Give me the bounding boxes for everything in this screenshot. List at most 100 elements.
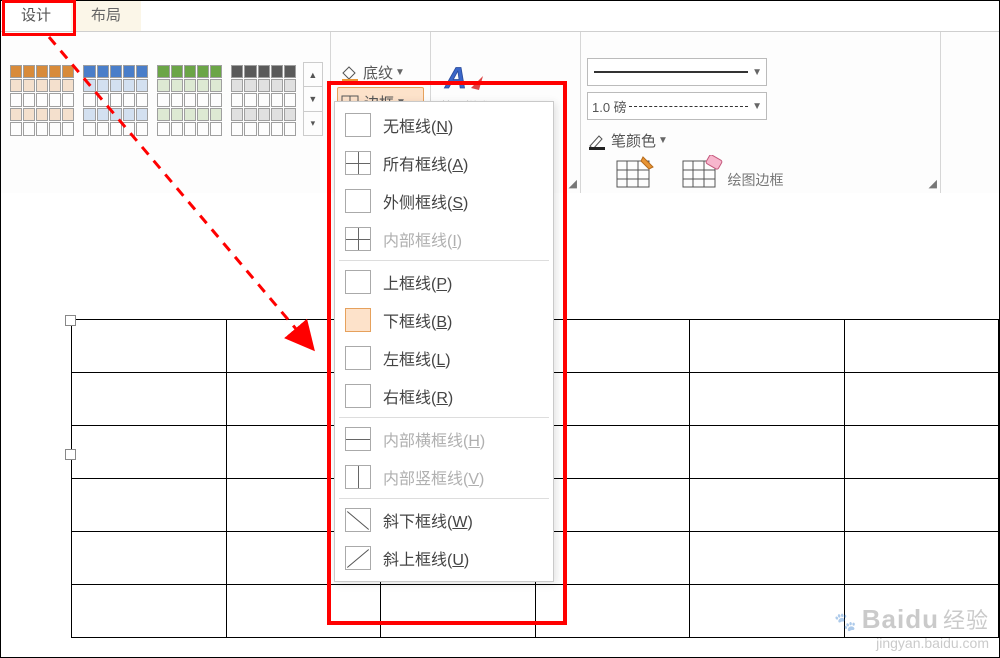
table-cell[interactable] [535, 479, 690, 532]
border-menu-left[interactable]: 左框线(L) [335, 339, 553, 377]
table-cell[interactable] [72, 532, 227, 585]
table-style-thumb[interactable] [7, 62, 77, 138]
wordart-icon: A [443, 58, 487, 98]
dialog-launcher-icon[interactable]: ◢ [929, 177, 937, 190]
table-style-gallery[interactable]: ▲ ▼ ▾ [7, 36, 323, 138]
table-cell[interactable] [535, 373, 690, 426]
border-icon-inside [345, 227, 371, 251]
pen-color-label: 笔颜色 [611, 130, 656, 151]
selection-handle[interactable] [65, 449, 76, 460]
selection-handle[interactable] [65, 315, 76, 326]
tab-layout[interactable]: 布局 [71, 1, 141, 31]
border-icon-top [345, 270, 371, 294]
table-cell[interactable] [844, 320, 999, 373]
border-menu-top[interactable]: 上框线(P) [335, 263, 553, 301]
line-weight-preview [629, 106, 748, 107]
line-weight-select[interactable]: 1.0 磅 ▼ [587, 92, 767, 120]
border-menu-none[interactable]: 无框线(N) [335, 106, 553, 144]
pen-icon [587, 132, 607, 150]
table-cell[interactable] [690, 426, 845, 479]
table-cell[interactable] [535, 585, 690, 638]
gallery-spinner: ▲ ▼ ▾ [303, 62, 323, 136]
table-cell[interactable] [844, 532, 999, 585]
border-dropdown-menu: 无框线(N) 所有框线(A) 外侧框线(S) 内部框线(I) 上框线(P) 下框线(B) 左… [334, 101, 554, 582]
watermark-url: jingyan.baidu.com [834, 635, 989, 651]
border-icon-left-b [345, 346, 371, 370]
border-icon-bottom [345, 308, 371, 332]
menu-item-label: 所有框线(A) [383, 151, 468, 175]
line-style-select[interactable]: ▼ [587, 58, 767, 86]
chevron-down-icon: ▼ [752, 101, 762, 112]
border-icon-diag2 [345, 546, 371, 570]
border-menu-diag_down[interactable]: 斜下框线(W) [335, 501, 553, 539]
line-style-preview [594, 71, 748, 73]
menu-item-label: 内部竖框线(V) [383, 465, 484, 489]
table-cell[interactable] [690, 532, 845, 585]
table-cell[interactable] [72, 585, 227, 638]
menu-item-label: 左框线(L) [383, 346, 451, 370]
watermark: 🐾 Baidu 经验 jingyan.baidu.com [834, 603, 989, 651]
table-cell[interactable] [226, 585, 381, 638]
border-menu-bottom[interactable]: 下框线(B) [335, 301, 553, 339]
gallery-up-icon[interactable]: ▲ [304, 63, 322, 87]
table-cell[interactable] [844, 373, 999, 426]
menu-item-label: 外侧框线(S) [383, 189, 468, 213]
menu-item-label: 内部框线(I) [383, 227, 462, 251]
border-icon-iv [345, 465, 371, 489]
group-table-styles: ▲ ▼ ▾ [1, 32, 331, 194]
watermark-brand: Baidu [862, 604, 939, 635]
table-cell[interactable] [690, 479, 845, 532]
menu-item-label: 斜下框线(W) [383, 508, 473, 532]
border-icon-ih [345, 427, 371, 451]
table-cell[interactable] [690, 373, 845, 426]
table-style-thumb[interactable] [155, 62, 225, 138]
border-menu-inside: 内部框线(I) [335, 220, 553, 258]
table-cell[interactable] [844, 426, 999, 479]
menu-separator [339, 417, 549, 418]
gallery-down-icon[interactable]: ▼ [304, 87, 322, 111]
chevron-down-icon: ▼ [752, 67, 762, 78]
table-cell[interactable] [535, 426, 690, 479]
border-icon-right-b [345, 384, 371, 408]
table-cell[interactable] [690, 320, 845, 373]
border-menu-iv: 内部竖框线(V) [335, 458, 553, 496]
menu-item-label: 斜上框线(U) [383, 546, 469, 570]
shading-label: 底纹 [363, 62, 393, 83]
pen-color-button[interactable]: 笔颜色 ▼ [587, 126, 767, 155]
paw-icon: 🐾 [834, 612, 857, 633]
ribbon-tabs: 设计 布局 [1, 1, 999, 32]
menu-item-label: 内部横框线(H) [383, 427, 485, 451]
border-icon-outside [345, 189, 371, 213]
border-icon-all [345, 151, 371, 175]
menu-separator [339, 498, 549, 499]
svg-text:A: A [444, 62, 467, 95]
table-cell[interactable] [535, 320, 690, 373]
menu-item-label: 右框线(R) [383, 384, 453, 408]
border-icon-none [345, 113, 371, 137]
menu-separator [339, 260, 549, 261]
table-cell[interactable] [535, 532, 690, 585]
chevron-down-icon: ▼ [658, 135, 668, 146]
table-cell[interactable] [381, 585, 536, 638]
menu-item-label: 上框线(P) [383, 270, 452, 294]
border-menu-diag_up[interactable]: 斜上框线(U) [335, 539, 553, 577]
border-menu-right[interactable]: 右框线(R) [335, 377, 553, 415]
menu-item-label: 下框线(B) [383, 308, 452, 332]
table-cell[interactable] [72, 426, 227, 479]
shading-button[interactable]: 底纹 ▼ [337, 58, 424, 87]
paint-bucket-icon [339, 64, 359, 82]
border-icon-diag1 [345, 508, 371, 532]
table-cell[interactable] [72, 479, 227, 532]
table-style-thumb[interactable] [81, 62, 151, 138]
border-menu-all[interactable]: 所有框线(A) [335, 144, 553, 182]
table-cell[interactable] [72, 373, 227, 426]
table-cell[interactable] [844, 479, 999, 532]
table-cell[interactable] [72, 320, 227, 373]
table-cell[interactable] [690, 585, 845, 638]
border-menu-outside[interactable]: 外侧框线(S) [335, 182, 553, 220]
gallery-more-icon[interactable]: ▾ [304, 112, 322, 135]
dialog-launcher-icon[interactable]: ◢ [569, 177, 577, 190]
border-menu-ih: 内部横框线(H) [335, 420, 553, 458]
tab-design[interactable]: 设计 [1, 1, 71, 31]
table-style-thumb[interactable] [229, 62, 299, 138]
